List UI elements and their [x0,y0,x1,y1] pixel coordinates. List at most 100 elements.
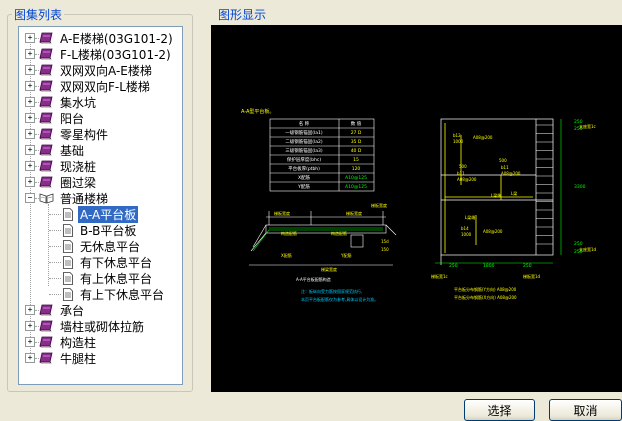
dim-3300: 3300 [574,184,586,190]
book-icon [39,128,54,140]
tree-item-label: 双网双向F-L楼梯 [60,79,150,94]
tree-item-folder[interactable]: 阳台 [39,110,86,126]
tree-item-label: 零星构件 [60,127,109,142]
table-param-value: A10@125 [345,184,367,190]
open-book-icon [39,192,54,204]
svg-text:15d: 15d [381,239,389,244]
tree-item-label: 集水坑 [60,95,97,110]
expand-icon[interactable]: + [25,177,35,187]
svg-text:梯板宽度: 梯板宽度 [346,210,362,216]
expand-icon[interactable]: + [25,113,35,123]
tree-connector-line [49,230,61,231]
expand-icon[interactable]: + [25,305,35,315]
collapse-icon[interactable]: − [25,193,35,203]
tree-item-folder[interactable]: 现浇桩 [39,158,98,174]
tree-item-label: A-E楼梯(03G101-2) [60,31,173,46]
tree-item-folder[interactable]: A-E楼梯(03G101-2) [39,30,175,46]
expand-icon[interactable]: + [25,321,35,331]
expand-icon[interactable]: + [25,353,35,363]
document-icon [62,223,74,237]
tree-item-label: F-L楼梯(03G101-2) [60,47,171,62]
tree-item-label: B-B平台板 [80,223,137,238]
dim-1800: 1800 [483,263,495,269]
select-button[interactable]: 选择 [464,399,535,421]
tree-item-label: 构造柱 [60,335,97,350]
tree-item-label: 承台 [60,303,85,318]
cancel-button[interactable]: 取消 [549,399,622,421]
table-param-value: 35 D [351,139,362,145]
tree-connector-line [49,262,61,263]
tree-item-folder[interactable]: 普通楼梯 [39,190,110,206]
tree-item-folder[interactable]: 双网双向F-L楼梯 [39,78,152,94]
svg-text:b12: b12 [453,133,461,138]
svg-text:Y配筋: Y配筋 [340,252,351,258]
tree-item-doc[interactable]: 有上休息平台 [62,270,154,286]
tree-item-label: 圈过梁 [60,175,97,190]
svg-text:250: 250 [449,263,458,269]
svg-text:梯梁宽度: 梯梁宽度 [321,266,337,272]
tree-connector-line [49,294,61,295]
svg-text:L梁: L梁 [511,190,517,196]
tree-item-folder[interactable]: 集水坑 [39,94,98,110]
drawing-canvas[interactable]: A-A型平台板。 名 称 数 值一级钢筋锚固(la1) 27 D 二级钢筋锚固(la2… [211,25,622,392]
stair-label-1: 梯板宽1c [431,273,448,279]
tree-connector-line [48,204,49,286]
tree-item-folder[interactable]: F-L楼梯(03G101-2) [39,46,173,62]
expand-icon[interactable]: + [25,81,35,91]
expand-icon[interactable]: + [25,145,35,155]
table-param-name: Y配筋 [297,183,310,190]
book-icon [39,336,54,348]
table-param-name: 平台板厚(ptbh) [288,165,320,172]
svg-text:1000: 1000 [453,139,464,144]
tree-panel-title: 图集列表 [12,6,65,23]
book-icon [39,304,54,316]
tree-item-label: 双网双向A-E楼梯 [60,63,152,78]
table-param-value: 数 值 [351,120,362,127]
tree-item-label: 有上休息平台 [80,271,153,286]
expand-icon[interactable]: + [25,49,35,59]
tree-item-folder[interactable]: 双网双向A-E楼梯 [39,62,154,78]
tree-item-folder[interactable]: 牛腿柱 [39,350,98,366]
tree-item-doc[interactable]: 无休息平台 [62,238,142,254]
tree-item-folder[interactable]: 圈过梁 [39,174,98,190]
svg-text:500: 500 [499,158,507,163]
svg-text:b11: b11 [457,171,465,176]
expand-icon[interactable]: + [25,33,35,43]
notes-line1: 注：板纵向受力筋按国家规范执行, [301,288,362,294]
tree-connector-line [49,214,61,215]
table-param-value: A10@125 [345,175,367,181]
expand-icon[interactable]: + [25,337,35,347]
tree-item-label: A-A平台板 [78,205,139,223]
expand-icon[interactable]: + [25,97,35,107]
svg-text:X配筋: X配筋 [281,252,292,258]
tree-item-folder[interactable]: 零星构件 [39,126,110,142]
tree-view[interactable]: + A-E楼梯(03G101-2) + F-L楼梯(03G101-2) + 双网双向A-E… [18,26,183,385]
table-param-name: 二级钢筋锚固(la2) [285,138,323,145]
expand-icon[interactable]: + [25,161,35,171]
book-icon [39,32,54,44]
svg-text:构造配筋: 构造配筋 [281,230,297,236]
document-icon [62,287,74,301]
tree-item-doc[interactable]: 有下休息平台 [62,254,154,270]
book-icon [39,176,54,188]
tree-item-doc[interactable]: B-B平台板 [62,222,138,238]
svg-text:b11: b11 [501,165,509,170]
expand-icon[interactable]: + [25,65,35,75]
table-param-value: 15 [353,157,359,163]
tree-item-doc[interactable]: A-A平台板 [62,205,139,223]
plan-bottom-2: 平台板分布钢筋(X方向) A08@200 [454,294,517,300]
tree-item-doc[interactable]: 有上下休息平台 [62,286,166,302]
tree-item-folder[interactable]: 墙柱或砌体拉筋 [39,318,146,334]
svg-text:支座宽1d: 支座宽1d [579,246,597,252]
expand-icon[interactable]: + [25,129,35,139]
plan-bottom-1: 平台板分布钢筋(Y方向) A08@200 [454,286,517,292]
document-icon [62,271,74,285]
tree-item-folder[interactable]: 承台 [39,302,86,318]
tree-item-folder[interactable]: 构造柱 [39,334,98,350]
stair-label-2: 梯板宽1d [523,273,541,279]
tree-item-label: 墙柱或砌体拉筋 [60,319,145,334]
book-icon [39,144,54,156]
tree-item-folder[interactable]: 基础 [39,142,86,158]
tree-item-label: 普通楼梯 [60,191,109,206]
table-param-name: 一级钢筋锚固(la1) [285,129,323,136]
